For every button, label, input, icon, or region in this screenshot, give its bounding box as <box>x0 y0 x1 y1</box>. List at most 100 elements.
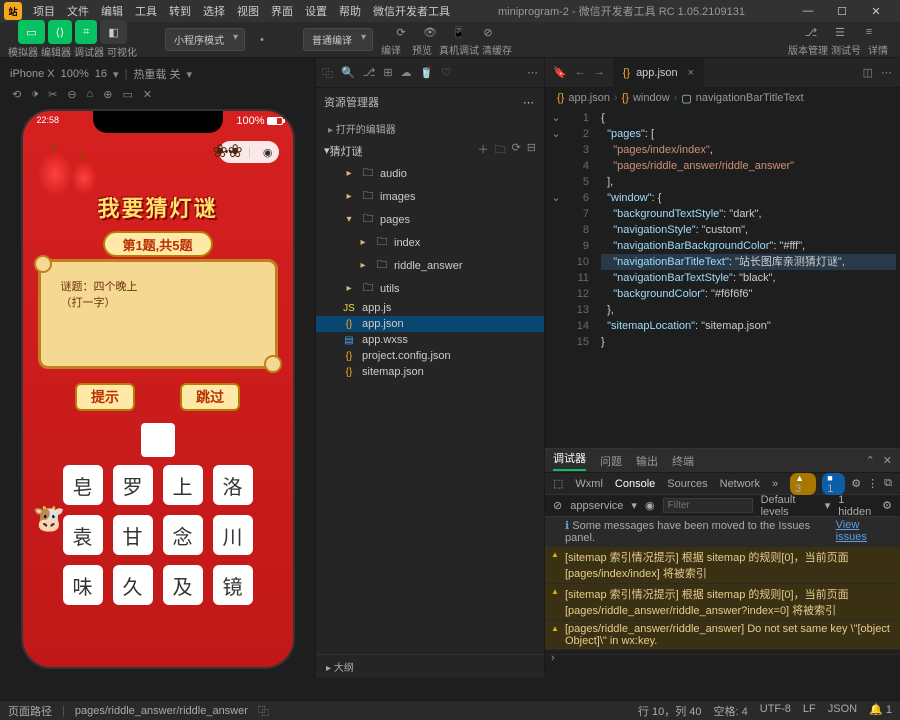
code-editor[interactable]: ⌄⌄⌄ 123456789101112131415 { "pages": [ "… <box>545 108 900 448</box>
menu-edit[interactable]: 编辑 <box>96 1 128 21</box>
test-button[interactable]: ☰ <box>827 22 853 42</box>
char-tile[interactable]: 久 <box>113 565 153 605</box>
status-path[interactable]: pages/riddle_answer/riddle_answer <box>75 705 248 717</box>
sound-icon[interactable]: 🕩 <box>31 88 38 101</box>
indent-info[interactable]: 空格: 4 <box>714 703 748 719</box>
filter-input[interactable] <box>663 498 753 513</box>
console-warning[interactable]: [pages/riddle_answer/riddle_answer] Do n… <box>545 621 900 650</box>
file-projectconfig[interactable]: {}project.config.json <box>316 348 544 364</box>
hidden-count[interactable]: 1 hidden <box>838 494 874 518</box>
console-clear-icon[interactable]: ⊘ <box>553 499 562 512</box>
devtools-dock-icon[interactable]: ⋮ <box>867 477 878 490</box>
menu-devtools[interactable]: 微信开发者工具 <box>368 1 455 21</box>
nav-fwd-icon[interactable]: → <box>594 66 605 79</box>
menu-select[interactable]: 选择 <box>198 1 230 21</box>
debugger-button[interactable]: ⌗ <box>75 20 97 44</box>
compile-button[interactable]: ⟳ <box>388 22 414 42</box>
location-icon[interactable]: ⊕ <box>103 88 112 101</box>
console-body[interactable]: ℹ Some messages have been moved to the I… <box>545 517 900 678</box>
copy-path-icon[interactable]: ⿻ <box>258 703 269 719</box>
cup-icon[interactable]: 🥤 <box>420 66 434 79</box>
folder-riddle-answer[interactable]: 🗀riddle_answer <box>316 254 544 277</box>
tab-wxml[interactable]: Wxml <box>575 478 603 490</box>
explorer-view-icon[interactable]: ⿻ <box>322 65 333 81</box>
root-folder[interactable]: ▾ 猜灯谜 ＋ 🗀 ⟳ ⊟ <box>316 139 544 162</box>
file-sitemap[interactable]: {}sitemap.json <box>316 364 544 380</box>
panel-up-icon[interactable]: ⌃ <box>866 454 875 467</box>
skip-button[interactable]: 跳过 <box>180 383 240 411</box>
font-select[interactable]: 16 <box>95 68 107 80</box>
char-tile[interactable]: 镜 <box>213 565 253 605</box>
devtools-detach-icon[interactable]: ⧉ <box>884 477 892 490</box>
compile-select[interactable]: 普通编译 <box>303 28 373 51</box>
heart-icon[interactable]: ♡ <box>441 66 451 79</box>
file-appjs[interactable]: JSapp.js <box>316 300 544 316</box>
open-editors-section[interactable]: 打开的编辑器 <box>316 118 544 139</box>
levels-select[interactable]: Default levels <box>761 494 817 518</box>
nav-back-icon[interactable]: ← <box>575 66 586 79</box>
menu-goto[interactable]: 转到 <box>164 1 196 21</box>
eye-icon[interactable]: ◉ <box>645 499 655 512</box>
breadcrumb[interactable]: {} app.json › {} window › ▢ navigationBa… <box>545 88 900 108</box>
cloud-icon[interactable]: ☁ <box>401 66 412 79</box>
editor-more-icon[interactable]: ⋯ <box>881 66 892 79</box>
char-tile[interactable]: 洛 <box>213 465 253 505</box>
tab-problems[interactable]: 问题 <box>600 453 622 469</box>
encoding-info[interactable]: UTF-8 <box>760 703 791 719</box>
menu-tool[interactable]: 工具 <box>130 1 162 21</box>
close-icon[interactable]: ✕ <box>862 5 890 18</box>
menu-help[interactable]: 帮助 <box>334 1 366 21</box>
panel-close-icon[interactable]: ✕ <box>883 454 892 467</box>
eol-info[interactable]: LF <box>803 703 816 719</box>
explorer-more-icon[interactable]: ⋯ <box>523 96 536 109</box>
file-appwxss[interactable]: ▤app.wxss <box>316 332 544 348</box>
char-tile[interactable]: 味 <box>63 565 103 605</box>
context-select[interactable]: appservice <box>570 500 623 512</box>
folder-audio[interactable]: 🗀audio <box>316 162 544 185</box>
visualize-button[interactable]: ◧ <box>100 20 126 44</box>
char-tile[interactable]: 上 <box>163 465 203 505</box>
tab-close-icon[interactable]: × <box>688 67 694 79</box>
char-tile[interactable]: 甘 <box>113 515 153 555</box>
back-icon[interactable]: ⊖ <box>67 88 76 101</box>
cut-icon[interactable]: ✂ <box>48 88 57 101</box>
minimize-icon[interactable]: — <box>794 5 822 18</box>
folder-utils[interactable]: 🗀utils <box>316 277 544 300</box>
editor-button[interactable]: ⟨⟩ <box>48 20 73 44</box>
tab-appjson[interactable]: {} app.json × <box>613 58 705 88</box>
search-icon[interactable]: 🔍 <box>341 66 355 79</box>
clear-cache-button[interactable]: ⊘ <box>475 22 501 42</box>
folder-pages[interactable]: 🗀pages <box>316 208 544 231</box>
devtools-settings-icon[interactable]: ⚙ <box>851 477 861 490</box>
char-tile[interactable]: 罗 <box>113 465 153 505</box>
info-count[interactable]: ■ 1 <box>822 473 845 495</box>
version-button[interactable]: ⎇ <box>798 22 824 42</box>
new-file-icon[interactable]: ＋ <box>478 141 489 160</box>
more-icon[interactable]: ⋯ <box>527 66 538 79</box>
zoom-select[interactable]: 100% <box>61 68 89 80</box>
cursor-position[interactable]: 行 10，列 40 <box>638 703 702 719</box>
char-tile[interactable]: 袁 <box>63 515 103 555</box>
code-lines[interactable]: { "pages": [ "pages/index/index", "pages… <box>597 108 900 448</box>
view-issues-link[interactable]: View issues <box>836 519 892 544</box>
char-tile[interactable]: 川 <box>213 515 253 555</box>
refresh-tree-icon[interactable]: ⟳ <box>512 141 521 160</box>
char-tile[interactable]: 念 <box>163 515 203 555</box>
fold-gutter[interactable]: ⌄⌄⌄ <box>545 108 567 448</box>
close-sim-icon[interactable]: ✕ <box>143 88 152 101</box>
collapse-icon[interactable]: ⊟ <box>527 141 536 160</box>
menu-ui[interactable]: 界面 <box>266 1 298 21</box>
phone-simulator[interactable]: 22:58 100% ••• | ◉ ❀❀ 我要猜灯谜 第1题,共5题 谜题：四… <box>21 109 295 669</box>
console-prompt[interactable] <box>545 650 900 655</box>
mode-refresh-icon[interactable]: • <box>249 30 275 50</box>
menu-project[interactable]: 项目 <box>28 1 60 21</box>
lang-info[interactable]: JSON <box>828 703 857 719</box>
tab-output[interactable]: 输出 <box>636 453 658 469</box>
tab-network[interactable]: Network <box>720 478 760 490</box>
device-select[interactable]: iPhone X <box>10 68 55 80</box>
menu-settings[interactable]: 设置 <box>300 1 332 21</box>
tab-terminal[interactable]: 终端 <box>672 453 694 469</box>
remote-debug-button[interactable]: 📱 <box>446 22 472 42</box>
menu-file[interactable]: 文件 <box>62 1 94 21</box>
console-warning[interactable]: [sitemap 索引情况提示] 根据 sitemap 的规则[0]，当前页面 … <box>545 547 900 584</box>
